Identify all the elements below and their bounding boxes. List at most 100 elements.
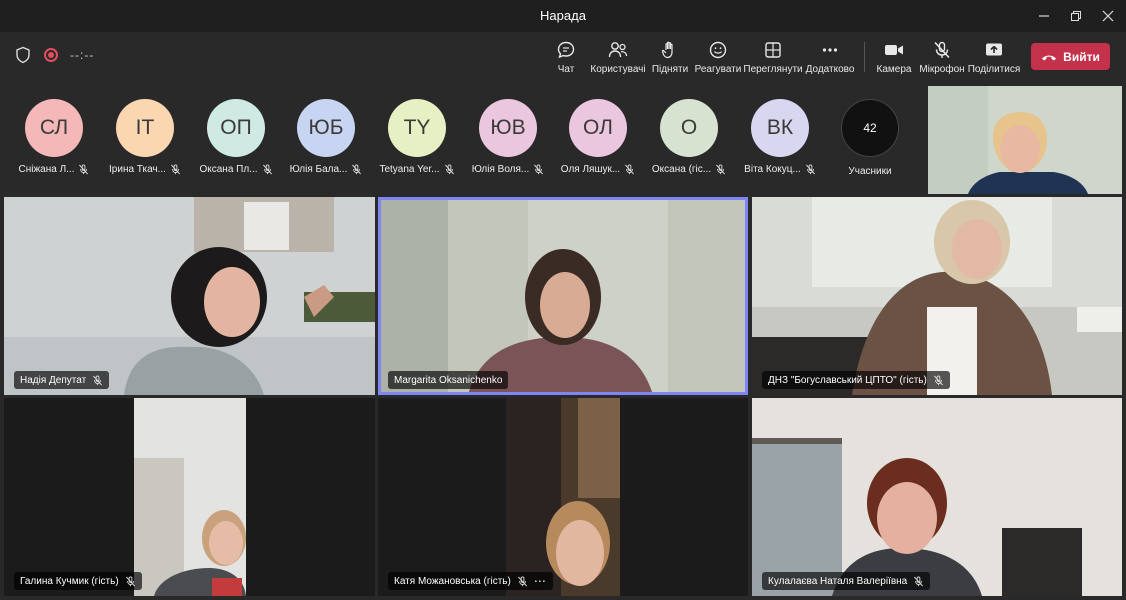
- participant-item[interactable]: ЮВ Юлія Воля...: [463, 99, 553, 175]
- participant-name: Катя Можановська (гість): [394, 575, 511, 587]
- participant-name: Кулалаєва Наталя Валеріївна: [768, 575, 908, 587]
- window-title: Нарада: [540, 8, 586, 23]
- shield-icon[interactable]: [14, 46, 32, 64]
- mic-off-icon: [170, 164, 180, 175]
- participant-name: Надія Депутат: [20, 374, 87, 386]
- video-tile[interactable]: Кулалаєва Наталя Валеріївна: [752, 398, 1122, 596]
- video-feed: [378, 398, 748, 596]
- self-video-feed: [928, 86, 1122, 194]
- restore-icon: [1071, 11, 1081, 21]
- mic-off-icon: [125, 575, 135, 586]
- avatar: TY: [388, 99, 446, 157]
- leave-label: Вийти: [1063, 49, 1100, 64]
- participant-name-tag: Margarita Oksanichenko: [388, 371, 509, 389]
- video-tile[interactable]: Катя Можановська (гість) ⋯: [378, 398, 748, 596]
- video-tile[interactable]: Надія Депутат: [4, 197, 375, 395]
- participant-name: Оксана Пл...: [199, 164, 258, 175]
- participant-item[interactable]: О Оксана (гіс...: [644, 99, 734, 175]
- participant-item[interactable]: ОЛ Оля Ляшук...: [553, 99, 643, 175]
- title-bar: Нарада: [0, 0, 1126, 32]
- participant-name-tag: Катя Можановська (гість) ⋯: [388, 572, 553, 590]
- video-feed: [752, 197, 1122, 395]
- recording-icon: [44, 48, 58, 62]
- mic-off-icon: [534, 164, 544, 175]
- video-tile[interactable]: Галина Кучмик (гість): [4, 398, 375, 596]
- participant-name: Оксана (гіс...: [651, 164, 712, 175]
- participant-name: Юлія Воля...: [471, 164, 530, 175]
- more-label: Додатково: [805, 64, 855, 75]
- participant-name: Галина Кучмик (гість): [20, 575, 119, 587]
- participant-name: Юлія Бала...: [289, 164, 348, 175]
- avatar: ЮВ: [479, 99, 537, 157]
- mic-off-icon: [517, 575, 527, 586]
- mic-off-icon: [444, 164, 454, 175]
- participant-name: Віта Кокуц...: [744, 164, 801, 175]
- avatar: СЛ: [25, 99, 83, 157]
- participant-name: Ірина Ткач...: [109, 164, 166, 175]
- raise-hand-icon: [661, 41, 673, 59]
- self-video: [928, 86, 1122, 194]
- participants-count-label: Учасники: [848, 166, 892, 177]
- participant-name-tag: Надія Депутат: [14, 371, 110, 389]
- mic-off-icon: [262, 164, 272, 175]
- mic-off-icon: [352, 164, 362, 175]
- share-button[interactable]: Поділитися: [959, 40, 1029, 75]
- avatar: ЮБ: [297, 99, 355, 157]
- microphone-label: Мікрофон: [919, 64, 965, 75]
- share-label: Поділитися: [967, 64, 1021, 75]
- view-label: Переглянути: [743, 64, 803, 75]
- participants-count: 42: [841, 99, 899, 157]
- restore-button[interactable]: [1058, 0, 1094, 32]
- participants-count-button[interactable]: 42 Учасники: [825, 99, 915, 177]
- participant-strip: СЛ Сніжана Л... ІТ Ірина Ткач... ОП Окса…: [0, 82, 928, 194]
- participant-item[interactable]: СЛ Сніжана Л...: [9, 99, 99, 175]
- participant-name: Сніжана Л...: [18, 164, 75, 175]
- mic-off-icon: [625, 164, 635, 175]
- mic-off-icon: [716, 164, 726, 175]
- participant-name-tag: Кулалаєва Наталя Валеріївна: [762, 572, 931, 590]
- participant-item[interactable]: ЮБ Юлія Бала...: [281, 99, 371, 175]
- participant-name: Tetyana Yer...: [379, 164, 440, 175]
- minimize-icon: [1039, 15, 1049, 17]
- avatar: ОП: [207, 99, 265, 157]
- mic-off-icon: [933, 374, 943, 385]
- more-options-icon[interactable]: ⋯: [534, 574, 547, 588]
- participant-name: Оля Ляшук...: [560, 164, 621, 175]
- share-screen-icon: [986, 43, 1002, 56]
- avatar: ВК: [751, 99, 809, 157]
- close-button[interactable]: [1090, 0, 1126, 32]
- smile-icon: [709, 41, 727, 59]
- avatar: О: [660, 99, 718, 157]
- video-feed: [4, 197, 375, 395]
- participant-name: Margarita Oksanichenko: [394, 374, 503, 386]
- people-icon: [608, 42, 628, 58]
- video-feed: [4, 398, 375, 596]
- meeting-timer: --:--: [70, 48, 95, 62]
- mic-off-icon: [805, 164, 815, 175]
- participant-item[interactable]: ОП Оксана Пл...: [191, 99, 281, 175]
- participant-item[interactable]: ВК Віта Кокуц...: [735, 99, 825, 175]
- participant-item[interactable]: ІТ Ірина Ткач...: [100, 99, 190, 175]
- chat-icon: [557, 41, 575, 59]
- chat-label: Чат: [557, 64, 575, 75]
- close-icon: [1102, 10, 1114, 22]
- participant-name-tag: Галина Кучмик (гість): [14, 572, 142, 590]
- leave-button[interactable]: Вийти: [1031, 43, 1110, 70]
- more-dots-icon: [822, 48, 838, 52]
- mic-off-icon: [934, 41, 950, 59]
- video-tile[interactable]: ДНЗ "Богуславський ЦПТО" (гість): [752, 197, 1122, 395]
- meeting-toolbar: --:-- Чат Користувачі Підняти Реагувати …: [0, 32, 1126, 82]
- camera-icon: [885, 45, 903, 55]
- avatar: ОЛ: [569, 99, 627, 157]
- avatar: ІТ: [116, 99, 174, 157]
- video-feed: [752, 398, 1122, 596]
- participant-item[interactable]: TY Tetyana Yer...: [372, 99, 462, 175]
- video-tile-active-speaker[interactable]: Margarita Oksanichenko: [378, 197, 748, 395]
- minimize-button[interactable]: [1026, 0, 1062, 32]
- mic-off-icon: [79, 164, 89, 175]
- more-button[interactable]: Додатково: [795, 40, 865, 75]
- mic-off-icon: [93, 374, 103, 385]
- hang-up-icon: [1042, 55, 1057, 60]
- participant-name-tag: ДНЗ "Богуславський ЦПТО" (гість): [762, 371, 950, 389]
- mic-off-icon: [914, 575, 924, 586]
